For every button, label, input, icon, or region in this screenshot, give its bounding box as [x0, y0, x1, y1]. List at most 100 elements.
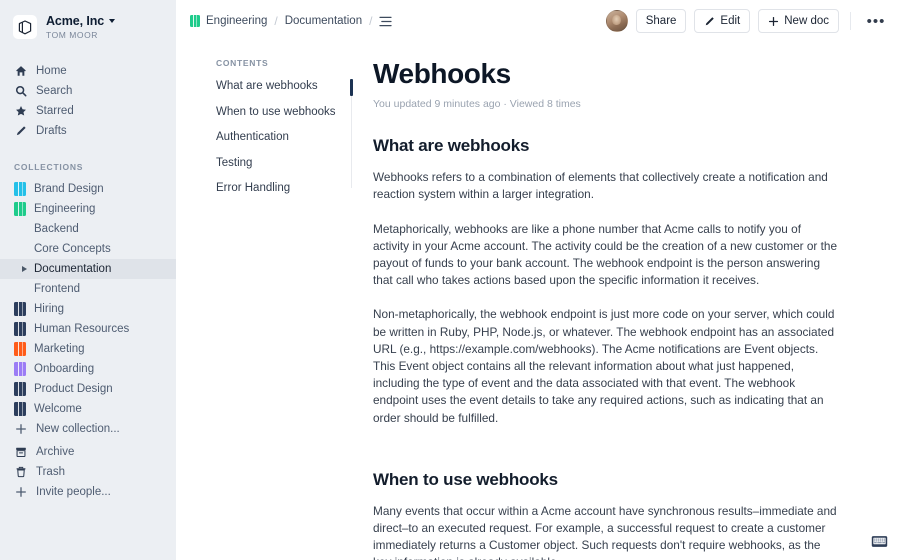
- sidebar-item-search-label: Search: [36, 85, 73, 97]
- sidebar-item-trash-label: Trash: [36, 466, 65, 478]
- collection-book-icon: [14, 342, 26, 356]
- sidebar-item-new-collection-label: New collection...: [36, 423, 120, 435]
- chevron-down-icon[interactable]: [109, 19, 116, 24]
- sidebar-item-marketing-label: Marketing: [34, 343, 85, 355]
- collection-book-icon: [14, 362, 26, 376]
- toc-item-authentication[interactable]: Authentication: [216, 129, 352, 147]
- new-doc-button-label: New doc: [784, 15, 829, 27]
- sidebar-item-documentation-label: Documentation: [34, 263, 112, 275]
- sidebar-item-frontend-label: Frontend: [34, 283, 81, 295]
- topbar: Engineering / Documentation / Share Edit…: [176, 0, 900, 42]
- new-doc-button[interactable]: New doc: [758, 9, 839, 33]
- primary-nav: Home Search Starred Drafts: [0, 61, 176, 141]
- sidebar-item-marketing[interactable]: Marketing: [0, 339, 176, 359]
- home-icon: [14, 64, 28, 78]
- table-of-contents-icon[interactable]: [379, 16, 393, 27]
- share-button[interactable]: Share: [635, 9, 687, 33]
- sidebar-item-human-resources-label: Human Resources: [34, 323, 130, 335]
- paragraph: Metaphorically, webhooks are like a phon…: [373, 221, 838, 288]
- sidebar-item-brand-design[interactable]: Brand Design: [0, 179, 176, 199]
- section-what-are-webhooks: What are webhooks Webhooks refers to a c…: [373, 136, 838, 427]
- sidebar-item-archive[interactable]: Archive: [0, 442, 176, 462]
- sidebar-item-invite-people[interactable]: Invite people...: [0, 482, 176, 502]
- collection-book-icon: [14, 302, 26, 316]
- sidebar-bottom-nav: Archive Trash Invite people...: [0, 442, 176, 502]
- topbar-actions: Share Edit New doc •••: [605, 9, 888, 33]
- toc-item-testing[interactable]: Testing: [216, 155, 352, 173]
- sidebar-item-documentation[interactable]: Documentation: [0, 259, 176, 279]
- sidebar-item-onboarding[interactable]: Onboarding: [0, 359, 176, 379]
- workspace-name: Acme, Inc: [46, 14, 105, 28]
- plus-icon: [768, 16, 779, 27]
- breadcrumb-item-documentation[interactable]: Documentation: [285, 15, 362, 27]
- breadcrumb-item-engineering[interactable]: Engineering: [190, 15, 267, 27]
- star-icon: [14, 104, 28, 118]
- sidebar-item-welcome[interactable]: Welcome: [0, 399, 176, 419]
- edit-button[interactable]: Edit: [694, 9, 751, 33]
- sidebar-item-drafts-label: Drafts: [36, 125, 67, 137]
- breadcrumb-item-documentation-label: Documentation: [284, 15, 363, 27]
- document-meta: You updated 9 minutes ago · Viewed 8 tim…: [373, 98, 581, 111]
- paragraph: Non-metaphorically, the webhook endpoint…: [373, 307, 835, 425]
- pencil-icon: [14, 124, 28, 138]
- collection-book-icon: [14, 382, 26, 396]
- content-area: CONTENTS What are webhooks When to use w…: [176, 42, 900, 560]
- toc-item-when-to-use-webhooks[interactable]: When to use webhooks: [216, 104, 352, 122]
- collection-book-icon: [14, 402, 26, 416]
- sidebar-item-new-collection[interactable]: New collection...: [0, 419, 176, 439]
- toc-item-what-are-webhooks[interactable]: What are webhooks: [216, 78, 352, 96]
- collections-list: Brand Design Engineering Backend Core Co…: [0, 179, 176, 439]
- sidebar-item-backend[interactable]: Backend: [0, 219, 176, 239]
- breadcrumb-separator: /: [274, 14, 278, 28]
- plus-icon: [14, 485, 28, 499]
- sidebar-item-engineering[interactable]: Engineering: [0, 199, 176, 219]
- sidebar-item-welcome-label: Welcome: [34, 403, 82, 415]
- plus-icon: [14, 422, 28, 436]
- toc-title: CONTENTS: [216, 58, 269, 68]
- sidebar-item-drafts[interactable]: Drafts: [0, 121, 176, 141]
- sidebar-item-trash[interactable]: Trash: [0, 462, 176, 482]
- paragraph: Many events that occur within a Acme acc…: [373, 503, 837, 560]
- sidebar-item-core-concepts[interactable]: Core Concepts: [0, 239, 176, 259]
- sidebar-item-frontend[interactable]: Frontend: [0, 279, 176, 299]
- edit-button-label: Edit: [720, 15, 741, 27]
- avatar[interactable]: [605, 10, 628, 32]
- more-options-button[interactable]: •••: [864, 9, 888, 33]
- keyboard-icon[interactable]: [871, 535, 888, 548]
- sidebar: Acme, Inc TOM MOOR Home Search Starred D…: [0, 0, 176, 560]
- main-panel: Engineering / Documentation / Share Edit…: [176, 0, 900, 560]
- workspace-text: Acme, Inc TOM MOOR: [46, 14, 116, 39]
- sidebar-item-starred-label: Starred: [36, 105, 74, 117]
- toc-active-indicator: [350, 79, 353, 96]
- paragraph: Webhooks refers to a combination of elem…: [373, 170, 828, 202]
- chevron-right-icon[interactable]: [22, 266, 27, 272]
- workspace-header[interactable]: Acme, Inc TOM MOOR: [0, 9, 176, 45]
- app-root: Acme, Inc TOM MOOR Home Search Starred D…: [0, 0, 900, 560]
- breadcrumb-separator-2: /: [369, 14, 373, 28]
- sidebar-item-search[interactable]: Search: [0, 81, 176, 101]
- table-of-contents: CONTENTS What are webhooks When to use w…: [176, 58, 353, 560]
- sidebar-item-product-design-label: Product Design: [34, 383, 113, 395]
- sidebar-item-product-design[interactable]: Product Design: [0, 379, 176, 399]
- collections-heading: COLLECTIONS: [14, 162, 84, 172]
- sidebar-item-invite-people-label: Invite people...: [36, 486, 111, 498]
- sidebar-item-brand-design-label: Brand Design: [34, 183, 104, 195]
- toc-rail: [351, 80, 352, 188]
- sidebar-item-home[interactable]: Home: [0, 61, 176, 81]
- workspace-name-row: Acme, Inc: [46, 14, 116, 28]
- pencil-icon: [704, 16, 715, 27]
- sidebar-item-human-resources[interactable]: Human Resources: [0, 319, 176, 339]
- sidebar-item-archive-label: Archive: [36, 446, 75, 458]
- search-icon: [14, 84, 28, 98]
- trash-icon: [14, 465, 28, 479]
- sidebar-item-engineering-label: Engineering: [34, 203, 96, 215]
- sidebar-item-hiring[interactable]: Hiring: [0, 299, 176, 319]
- collection-book-icon: [14, 202, 26, 216]
- toc-item-error-handling[interactable]: Error Handling: [216, 180, 352, 198]
- cube-icon: [13, 15, 37, 39]
- breadcrumb-item-engineering-label: Engineering: [206, 15, 268, 27]
- share-button-label: Share: [645, 15, 677, 27]
- section-when-to-use-webhooks: When to use webhooks Many events that oc…: [373, 470, 838, 560]
- sidebar-item-starred[interactable]: Starred: [0, 101, 176, 121]
